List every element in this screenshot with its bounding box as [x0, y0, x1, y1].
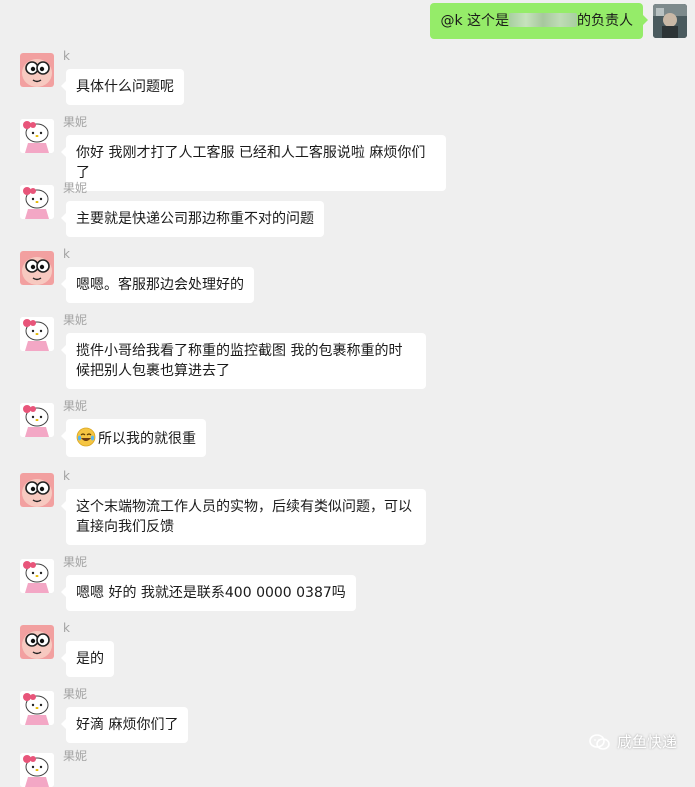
avatar-k[interactable] [20, 473, 54, 507]
avatar-guoni[interactable] [20, 185, 54, 219]
outgoing-message: @k 这个是 的负责人 [0, 0, 695, 44]
avatar-k[interactable] [20, 53, 54, 87]
message-text: 所以我的就很重 [98, 431, 196, 447]
message-bubble[interactable]: 具体什么问题呢 [61, 69, 184, 105]
sender-name: k [63, 49, 70, 63]
avatar-guoni[interactable] [20, 403, 54, 437]
sender-name: 果妮 [63, 181, 88, 195]
message-bubble[interactable]: 嗯嗯。客服那边会处理好的 [61, 267, 254, 303]
sender-name: k [63, 469, 70, 483]
sender-name: 果妮 [63, 749, 88, 763]
watermark-text: 咸鱼快递 [616, 733, 677, 751]
sender-name: k [63, 247, 70, 261]
outgoing-bubble[interactable]: @k 这个是 的负责人 [430, 3, 648, 39]
avatar-guoni[interactable] [20, 753, 54, 787]
self-avatar[interactable] [653, 4, 687, 38]
outgoing-text-suffix: 的负责人 [577, 13, 633, 29]
message-bubble[interactable]: 是的 [61, 641, 114, 677]
message-bubble[interactable]: 这个末端物流工作人员的实物，后续有类似问题，可以直接向我们反馈 [61, 489, 426, 545]
message-bubble[interactable]: 所以我的就很重 [61, 419, 206, 457]
message-bubble[interactable]: 嗯嗯 好的 我就还是联系400 0000 0387吗 [61, 575, 356, 611]
outgoing-text-prefix: @k 这个是 [440, 13, 509, 29]
avatar-guoni[interactable] [20, 317, 54, 351]
sender-name: 果妮 [63, 687, 88, 701]
avatar-k[interactable] [20, 625, 54, 659]
message-bubble[interactable]: 揽件小哥给我看了称重的监控截图 我的包裹称重的时候把别人包裹也算进去了 [61, 333, 426, 389]
message-bubble[interactable]: 主要就是快递公司那边称重不对的问题 [61, 201, 324, 237]
sender-name: 果妮 [63, 555, 88, 569]
watermark: 咸鱼快递 [589, 731, 677, 752]
sender-name: 果妮 [63, 399, 88, 413]
laugh-cry-emoji-icon [76, 427, 96, 447]
sender-name: k [63, 621, 70, 635]
sender-name: 果妮 [63, 115, 88, 129]
avatar-guoni[interactable] [20, 691, 54, 725]
redacted-blur [509, 13, 577, 27]
avatar-k[interactable] [20, 251, 54, 285]
avatar-guoni[interactable] [20, 559, 54, 593]
avatar-guoni[interactable] [20, 119, 54, 153]
message-bubble[interactable]: 你好 我刚才打了人工客服 已经和人工客服说啦 麻烦你们了 [61, 135, 446, 191]
wechat-channel-icon [589, 733, 610, 750]
sender-name: 果妮 [63, 313, 88, 327]
message-bubble[interactable]: 好滴 麻烦你们了 [60, 707, 189, 743]
